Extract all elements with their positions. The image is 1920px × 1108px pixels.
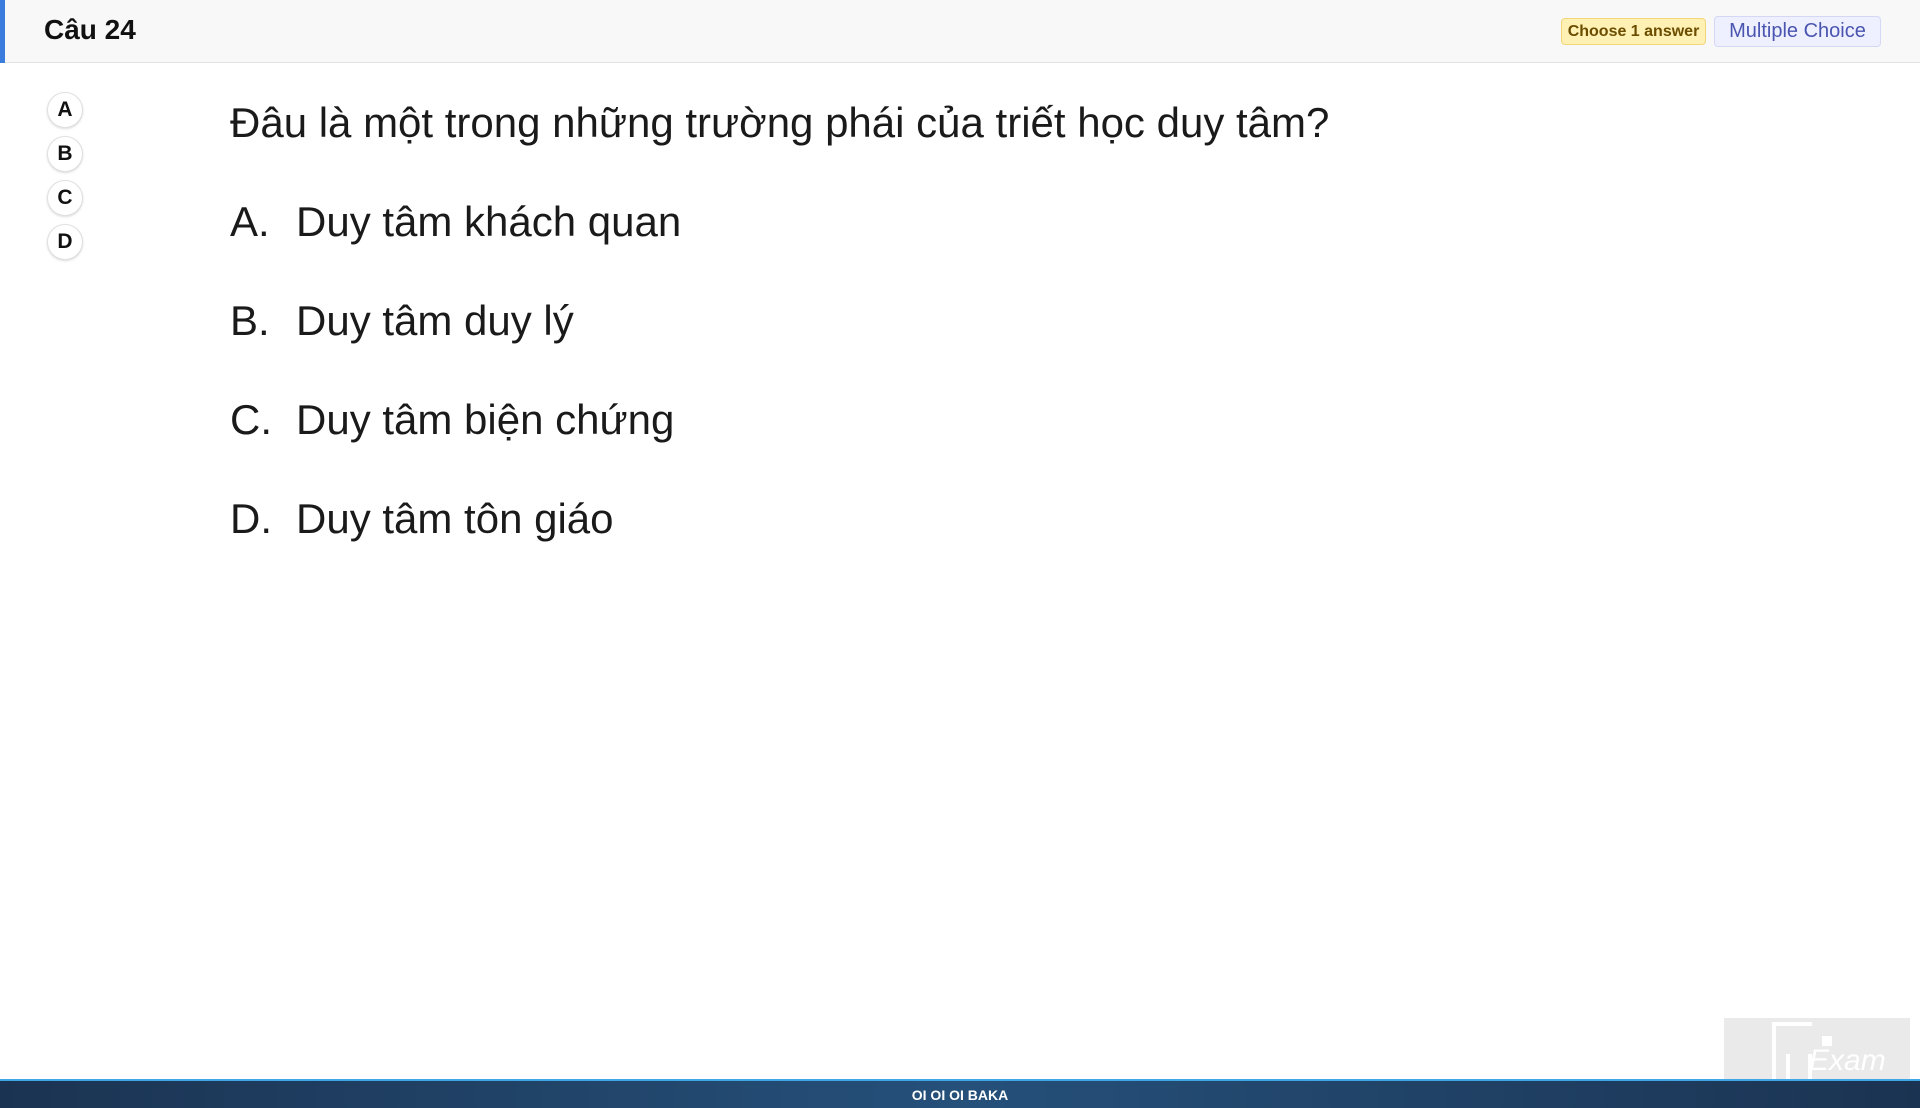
answer-text: Duy tâm khách quan: [296, 198, 682, 245]
question-type-badge: Multiple Choice: [1714, 16, 1881, 47]
answer-row-a: A. Duy tâm khách quan: [230, 194, 1430, 250]
answer-letter: C.: [230, 396, 272, 443]
option-a-button[interactable]: A: [47, 92, 83, 128]
question-text: Đâu là một trong những trường phái của t…: [230, 99, 1330, 146]
answer-text: Duy tâm tôn giáo: [296, 495, 614, 542]
logo-text: Exam: [1809, 1044, 1886, 1077]
choose-count-badge: Choose 1 answer: [1561, 18, 1706, 45]
answer-text: Duy tâm biện chứng: [296, 396, 675, 443]
option-b-button[interactable]: B: [47, 136, 83, 172]
header-accent-bar: [0, 0, 5, 63]
option-c-button[interactable]: C: [47, 180, 83, 216]
answer-row-c: C. Duy tâm biện chứng: [230, 392, 1430, 448]
question-number-title: Câu 24: [44, 14, 136, 45]
question-image: Đâu là một trong những trường phái của t…: [230, 95, 1430, 590]
answer-options: A B C D: [47, 92, 85, 268]
footer-bar: OI OI OI BAKA: [0, 1079, 1920, 1108]
answer-row-d: D. Duy tâm tôn giáo: [230, 491, 1430, 547]
question-header: Câu 24 Choose 1 answer Multiple Choice: [0, 0, 1920, 63]
answer-letter: A.: [230, 198, 270, 245]
option-d-button[interactable]: D: [47, 224, 83, 260]
answer-text: Duy tâm duy lý: [296, 297, 574, 344]
answer-letter: B.: [230, 297, 270, 344]
answer-row-b: B. Duy tâm duy lý: [230, 293, 1430, 349]
answer-letter: D.: [230, 495, 272, 542]
footer-text: OI OI OI BAKA: [911, 1086, 1009, 1103]
